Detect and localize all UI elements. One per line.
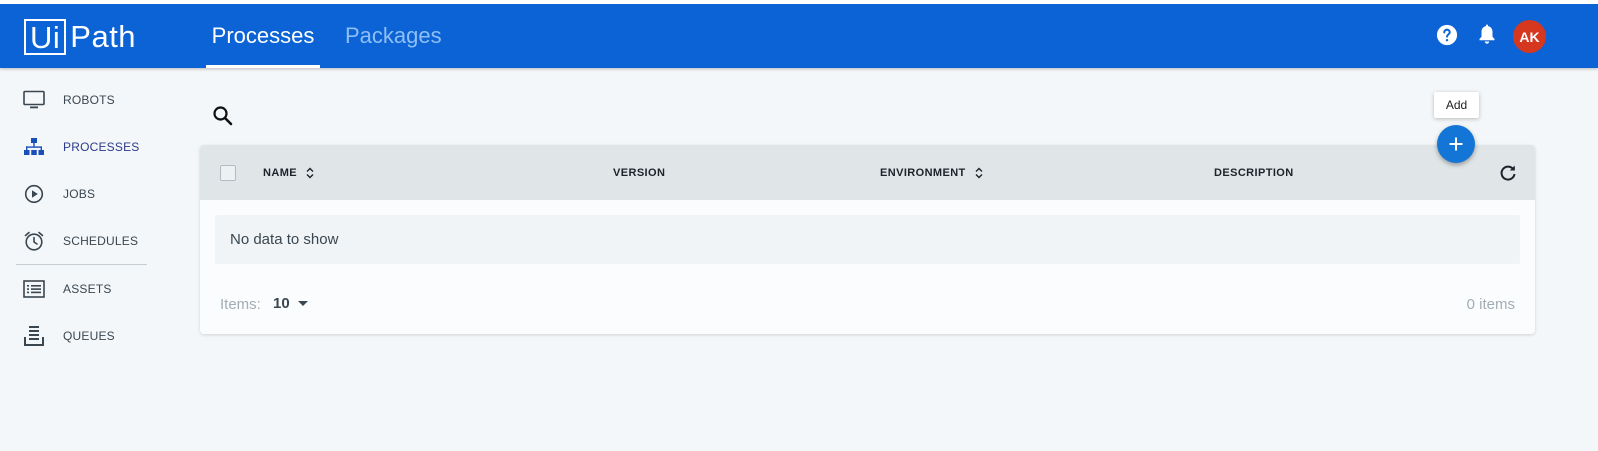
column-header-name[interactable]: NAME: [263, 145, 314, 200]
empty-state-row: No data to show: [215, 215, 1520, 264]
sidebar-divider: [16, 264, 147, 265]
sidebar-nav: ROBOTS PROCESSES JOBS SCHEDULES ASSETS Q…: [0, 68, 160, 451]
sidebar-item-processes[interactable]: PROCESSES: [0, 127, 160, 167]
add-tooltip: Add: [1434, 92, 1479, 118]
sidebar-item-schedules[interactable]: SCHEDULES: [0, 221, 160, 261]
help-icon[interactable]: [1434, 22, 1460, 48]
column-header-label: VERSION: [613, 166, 666, 179]
sidebar-item-assets[interactable]: ASSETS: [0, 269, 160, 309]
hierarchy-icon: [22, 135, 46, 159]
column-header-version: VERSION: [613, 145, 665, 200]
sidebar-item-label: JOBS: [63, 187, 96, 201]
caret-down-icon: [297, 301, 308, 306]
sidebar-item-robots[interactable]: ROBOTS: [0, 80, 160, 120]
search-icon[interactable]: [211, 104, 235, 128]
sidebar-item-label: PROCESSES: [63, 140, 140, 154]
sidebar-item-label: QUEUES: [63, 329, 115, 343]
play-circle-icon: [22, 182, 46, 206]
sidebar-item-label: ROBOTS: [63, 93, 115, 107]
sort-icon: [306, 167, 314, 179]
column-header-label: ENVIRONMENT: [880, 166, 966, 179]
uipath-logo: Ui Path: [24, 17, 136, 57]
tab-packages[interactable]: Packages: [345, 4, 442, 68]
page-size-select[interactable]: 10: [273, 295, 308, 312]
top-app-bar: Ui Path Processes Packages AK: [0, 0, 1598, 68]
alarm-clock-icon: [22, 229, 46, 253]
processes-table-card: NAME VERSION ENVIRONMENT DESCRIPTION No …: [200, 145, 1535, 334]
page-size-value: 10: [273, 295, 290, 312]
refresh-icon[interactable]: [1498, 163, 1518, 183]
bell-icon[interactable]: [1474, 22, 1500, 48]
sidebar-item-queues[interactable]: QUEUES: [0, 316, 160, 356]
add-button[interactable]: [1437, 125, 1475, 163]
logo-text: Path: [70, 19, 137, 54]
user-avatar[interactable]: AK: [1513, 20, 1546, 53]
column-header-label: NAME: [263, 166, 297, 179]
sidebar-item-label: ASSETS: [63, 282, 112, 296]
sidebar-item-jobs[interactable]: JOBS: [0, 174, 160, 214]
column-header-label: DESCRIPTION: [1214, 166, 1294, 179]
select-all-checkbox[interactable]: [220, 165, 236, 181]
plus-icon: [1449, 137, 1463, 151]
list-box-icon: [22, 277, 46, 301]
sort-icon: [975, 167, 983, 179]
stack-icon: [22, 324, 46, 348]
total-items-count: 0 items: [1466, 296, 1515, 313]
column-header-description: DESCRIPTION: [1214, 145, 1294, 200]
page-size-label: Items:: [220, 296, 261, 313]
logo-boxed-text: Ui: [24, 19, 67, 55]
column-header-environment[interactable]: ENVIRONMENT: [880, 145, 983, 200]
table-header: NAME VERSION ENVIRONMENT DESCRIPTION: [200, 145, 1535, 200]
monitor-icon: [22, 88, 46, 112]
tab-processes[interactable]: Processes: [206, 4, 320, 68]
sidebar-item-label: SCHEDULES: [63, 234, 139, 248]
